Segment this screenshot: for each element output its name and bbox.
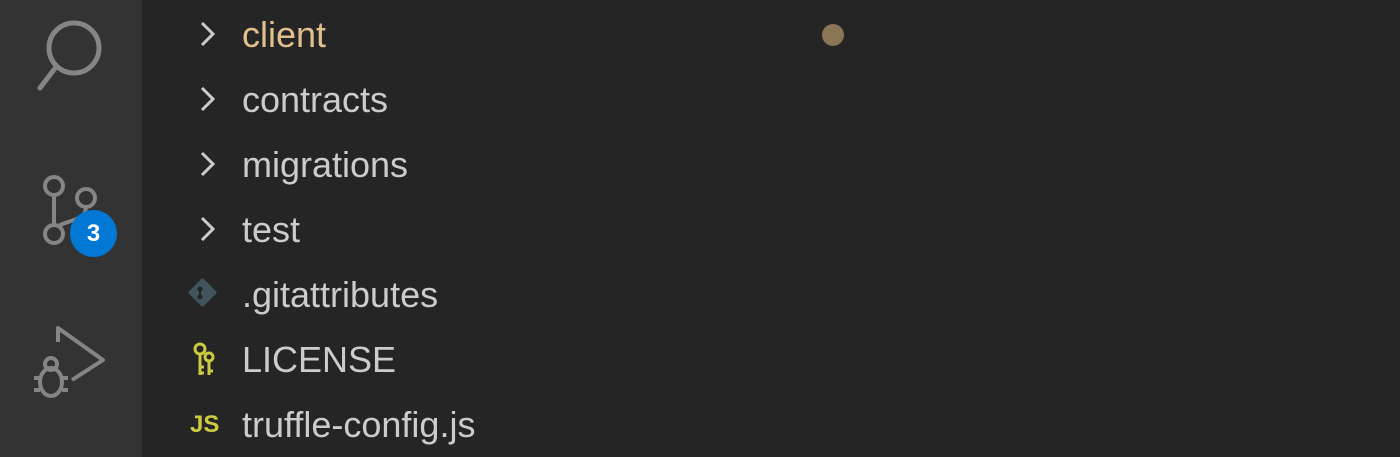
tree-item-contracts[interactable]: contracts xyxy=(142,67,1400,132)
tree-item-label: client xyxy=(242,14,327,55)
chevron-right-icon[interactable] xyxy=(182,197,232,262)
activity-bar: 3 xyxy=(0,0,142,457)
explorer-tree: client contracts migrations test .gitatt xyxy=(142,0,1400,457)
license-key-icon xyxy=(182,327,232,392)
tree-item-label: migrations xyxy=(242,144,409,185)
tree-item-label: .gitattributes xyxy=(242,274,439,315)
tree-item-client[interactable]: client xyxy=(142,2,1400,67)
tree-item-test[interactable]: test xyxy=(142,197,1400,262)
run-debug-button[interactable] xyxy=(0,300,142,430)
git-icon xyxy=(182,262,232,327)
tree-item-truffle-config[interactable]: JS truffle-config.js xyxy=(142,392,1400,457)
source-control-button[interactable] xyxy=(0,150,142,280)
modified-dot-icon xyxy=(822,24,844,46)
tree-item-migrations[interactable]: migrations xyxy=(142,132,1400,197)
tree-item-label: truffle-config.js xyxy=(242,404,476,445)
chevron-right-icon[interactable] xyxy=(182,132,232,197)
search-button[interactable] xyxy=(0,0,142,130)
tree-item-label: test xyxy=(242,209,301,250)
tree-item-gitattributes[interactable]: .gitattributes xyxy=(142,262,1400,327)
chevron-right-icon[interactable] xyxy=(182,2,232,67)
source-control-badge: 3 xyxy=(70,210,117,257)
js-icon: JS xyxy=(190,411,220,438)
chevron-right-icon[interactable] xyxy=(182,67,232,132)
tree-item-label: LICENSE xyxy=(242,339,397,380)
tree-item-label: contracts xyxy=(242,79,389,120)
tree-item-license[interactable]: LICENSE xyxy=(142,327,1400,392)
